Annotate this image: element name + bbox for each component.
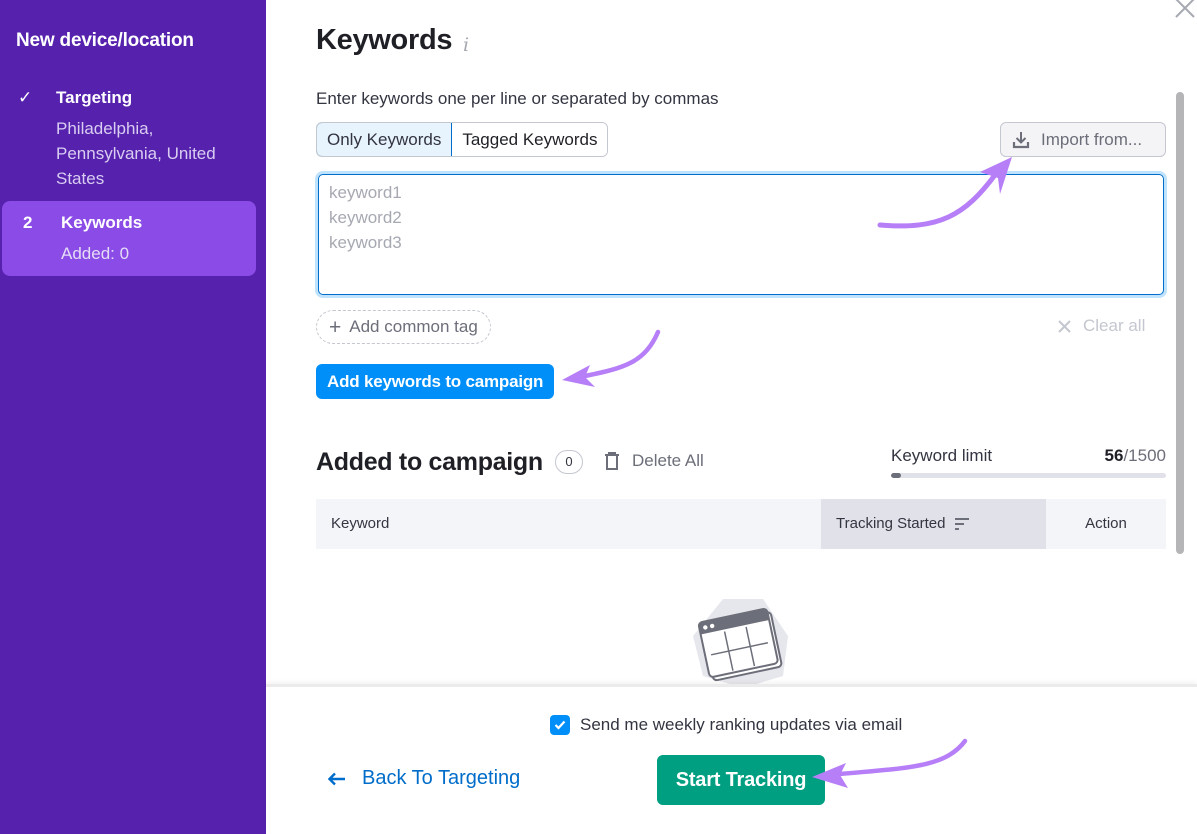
empty-table-illustration bbox=[688, 596, 798, 688]
step-added-count: Added: 0 bbox=[61, 244, 130, 263]
keyword-limit-used: 56 bbox=[1104, 446, 1124, 465]
instructions-text: Enter keywords one per line or separated… bbox=[316, 89, 719, 108]
keyword-limit-progress-fill bbox=[891, 473, 902, 478]
vertical-scrollbar[interactable] bbox=[1176, 92, 1184, 554]
back-to-targeting-link[interactable]: Back To Targeting bbox=[328, 767, 520, 790]
keyword-limit-total: /1500 bbox=[1123, 446, 1166, 465]
import-from-button[interactable]: Import from... bbox=[1000, 122, 1166, 157]
check-icon: ✓ bbox=[18, 88, 33, 107]
info-icon[interactable]: i bbox=[463, 34, 469, 56]
close-icon bbox=[1175, 0, 1195, 18]
import-from-label: Import from... bbox=[1041, 129, 1143, 149]
weekly-email-label: Send me weekly ranking updates via email bbox=[580, 715, 903, 734]
keyword-limit-value: 56/1500 bbox=[1105, 446, 1166, 466]
back-to-targeting-label: Back To Targeting bbox=[362, 767, 521, 789]
x-icon bbox=[1058, 319, 1071, 333]
keyword-limit-label: Keyword limit bbox=[891, 446, 993, 465]
table-window-icon bbox=[693, 599, 788, 688]
close-button[interactable] bbox=[1171, 0, 1197, 20]
added-count-badge: 0 bbox=[555, 450, 583, 474]
trash-icon bbox=[605, 452, 619, 470]
tab-tagged-keywords[interactable]: Tagged Keywords bbox=[452, 123, 608, 156]
wizard-footer: Send me weekly ranking updates via email… bbox=[266, 684, 1197, 834]
delete-all-button[interactable]: Delete All bbox=[604, 451, 704, 471]
step-targeting[interactable]: ✓ Targeting Philadelphia, Pennsylvania, … bbox=[0, 86, 256, 191]
weekly-email-option[interactable]: Send me weekly ranking updates via email bbox=[550, 715, 902, 735]
page-title: Keywords bbox=[316, 24, 453, 56]
clear-all-label: Clear all bbox=[1083, 316, 1146, 335]
added-to-campaign-title: Added to campaign bbox=[316, 448, 543, 476]
sidebar-title: New device/location bbox=[16, 30, 194, 51]
step-keywords[interactable]: 2 Keywords Added: 0 bbox=[2, 201, 256, 276]
add-common-tag-button[interactable]: + Add common tag bbox=[316, 310, 491, 344]
tab-only-keywords[interactable]: Only Keywords bbox=[317, 123, 453, 156]
keyword-mode-toggle: Only Keywords Tagged Keywords bbox=[316, 122, 609, 157]
add-keywords-to-campaign-button[interactable]: Add keywords to campaign bbox=[316, 364, 555, 399]
wizard-sidebar: New device/location ✓ Targeting Philadel… bbox=[0, 0, 266, 834]
step-location: Philadelphia, Pennsylvania, United State… bbox=[56, 119, 216, 188]
column-tracking-started-label: Tracking Started bbox=[836, 515, 946, 532]
column-keyword: Keyword bbox=[331, 515, 390, 532]
checkmark-icon bbox=[554, 720, 566, 730]
column-action: Action bbox=[1085, 515, 1127, 532]
keyword-limit-progress bbox=[891, 473, 1166, 478]
add-common-tag-label: Add common tag bbox=[349, 317, 478, 336]
keywords-input-focus-ring bbox=[315, 171, 1167, 298]
arrow-left-icon bbox=[328, 772, 345, 785]
delete-all-label: Delete All bbox=[632, 451, 704, 470]
keywords-table-header: Keyword Tracking Started Action bbox=[316, 499, 1166, 549]
weekly-email-checkbox[interactable] bbox=[550, 715, 570, 735]
column-tracking-started[interactable]: Tracking Started bbox=[821, 499, 1046, 549]
clear-all-button[interactable]: Clear all bbox=[1058, 316, 1145, 336]
download-icon bbox=[1012, 131, 1030, 148]
sort-icon bbox=[954, 518, 969, 530]
step-name: Keywords bbox=[61, 213, 143, 232]
start-tracking-button[interactable]: Start Tracking bbox=[657, 755, 825, 805]
step-name: Targeting bbox=[56, 88, 133, 107]
plus-icon: + bbox=[329, 315, 342, 339]
keywords-input[interactable] bbox=[318, 174, 1164, 295]
step-number: 2 bbox=[23, 213, 33, 232]
